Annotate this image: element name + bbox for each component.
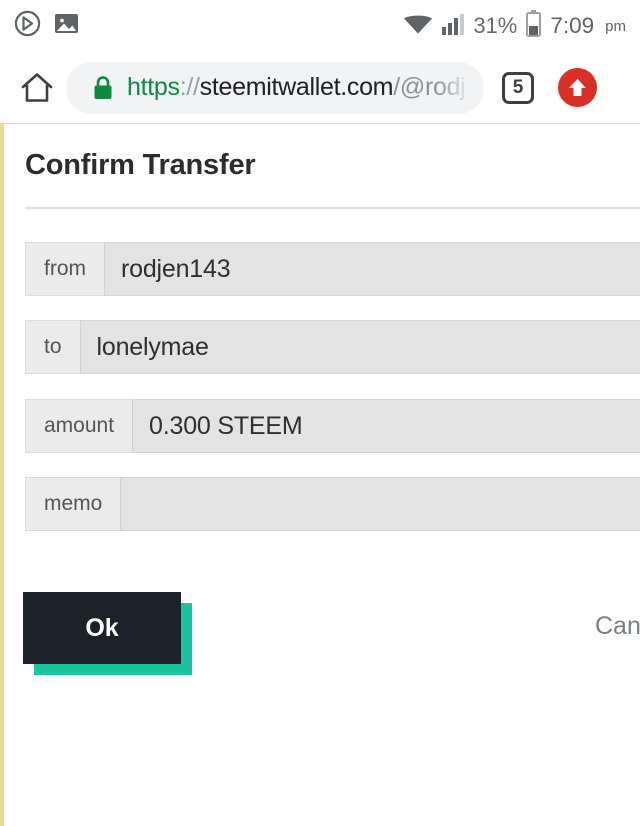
ok-button-container: Ok <box>23 592 192 675</box>
row-value-memo <box>120 477 640 531</box>
url-host: steemitwallet.com <box>199 73 394 101</box>
table-row: from rodjen143 <box>25 242 640 296</box>
row-label-amount: amount <box>25 399 133 453</box>
title-divider <box>25 207 640 209</box>
browser-toolbar: https://steemitwallet.com/@rodj 5 <box>0 52 640 123</box>
clock-time: 7:09 <box>550 13 595 38</box>
row-label-to: to <box>25 320 80 374</box>
battery-percent-label: 31% <box>473 13 518 38</box>
phone-screen: 31% 7:09 pm https://steemitwallet.com/@r… <box>0 0 640 826</box>
cellular-signal-icon <box>442 13 465 40</box>
status-bar-right-indicators: 31% 7:09 pm <box>403 10 640 42</box>
url-text: https://steemitwallet.com/@rodj <box>127 73 466 102</box>
ok-button[interactable]: Ok <box>23 592 181 664</box>
table-row: memo <box>25 477 640 531</box>
table-row: amount 0.300 STEEM <box>25 399 640 453</box>
circled-arrow-icon <box>14 10 41 42</box>
tab-counter-button[interactable]: 5 <box>502 71 534 104</box>
url-scheme: https <box>127 73 180 101</box>
upload-arrow-icon[interactable] <box>558 68 597 107</box>
tab-count-label: 5 <box>512 76 524 98</box>
status-bar-left-icons <box>0 10 79 42</box>
row-value-from: rodjen143 <box>104 242 640 296</box>
home-icon[interactable] <box>14 71 60 104</box>
clock-ampm: pm <box>605 17 626 35</box>
image-notification-icon <box>54 11 79 41</box>
url-separator: :// <box>179 73 200 101</box>
url-bar[interactable]: https://steemitwallet.com/@rodj <box>66 61 484 114</box>
row-label-from: from <box>25 242 104 296</box>
cancel-button[interactable]: Cancel <box>595 612 640 641</box>
row-label-memo: memo <box>25 477 121 531</box>
status-bar: 31% 7:09 pm <box>0 0 640 52</box>
page-content: Confirm Transfer from rodjen143 to lonel… <box>0 124 640 826</box>
row-value-to: lonelymae <box>79 320 640 374</box>
table-row: to lonelymae <box>25 320 640 374</box>
url-path: /@rodj <box>393 73 466 101</box>
row-value-amount: 0.300 STEEM <box>132 399 640 453</box>
page-title: Confirm Transfer <box>25 149 256 181</box>
wifi-icon <box>403 12 433 41</box>
lock-icon <box>92 75 114 100</box>
battery-icon <box>526 10 542 42</box>
